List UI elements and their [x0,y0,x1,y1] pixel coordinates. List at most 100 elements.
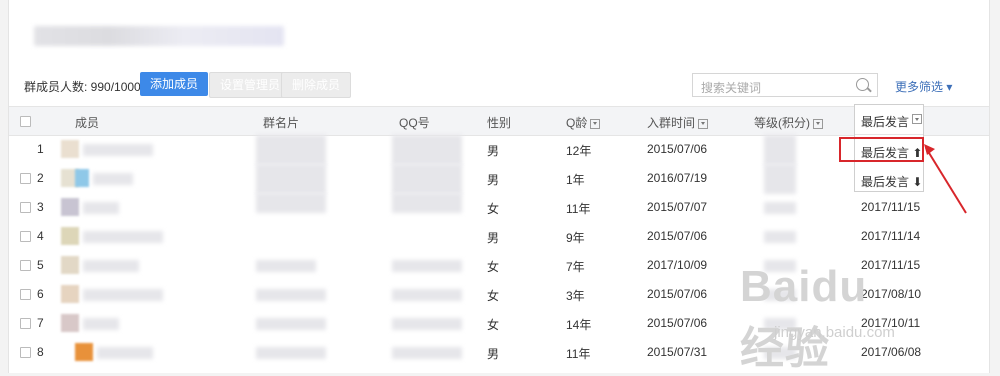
q-age: 1年 [566,173,585,187]
search-input[interactable]: 搜索关键词 [692,73,878,97]
q-age: 3年 [566,289,585,303]
row-index: 3 [37,200,44,214]
row-checkbox[interactable] [20,173,31,184]
table-row[interactable]: 3 女 11年 2015/07/07 2017/11/15 [9,193,989,222]
qq-blurred [392,260,462,272]
avatar [61,285,79,303]
row-index: 5 [37,258,44,272]
row-checkbox[interactable] [20,289,31,300]
member-name-blurred [83,289,163,301]
gender: 女 [487,260,500,274]
avatar [61,227,79,245]
level-blurred [764,135,796,165]
qq-blurred [392,318,462,330]
join-time: 2015/07/06 [647,316,708,330]
header-qq: QQ号 [399,116,430,130]
sort-dropdown-icon[interactable] [912,114,922,124]
gender: 女 [487,289,500,303]
avatar [61,198,79,216]
table-row[interactable]: 2 男 1年 2016/07/19 [9,164,989,194]
gender: 男 [487,144,500,158]
annotation-arrow-icon [924,144,967,214]
member-name-blurred [93,173,133,185]
row-checkbox[interactable] [20,231,31,242]
row-index: 6 [37,287,44,301]
row-checkbox[interactable] [20,318,31,329]
member-name-blurred [83,202,119,214]
q-age: 14年 [566,318,592,332]
join-time: 2015/07/06 [647,142,708,156]
level-blurred [764,164,796,194]
group-card-blurred [256,289,326,301]
member-name-blurred [97,347,153,359]
member-name-blurred [83,318,119,330]
gender: 男 [487,173,500,187]
row-index: 8 [37,345,44,359]
toolbar: 群成员人数: 990/1000 添加成员 设置管理员 删除成员 搜索关键词 更多… [9,72,989,98]
select-all-checkbox[interactable] [20,116,31,127]
join-time: 2017/10/09 [647,258,708,272]
row-index: 1 [37,142,44,156]
avatar [75,343,93,361]
gender: 女 [487,318,500,332]
group-card-blurred [256,193,326,213]
watermark-brand: Baidu经验 [740,262,868,373]
watermark-url: jingyan.baidu.com [774,324,895,341]
header-member: 成员 [75,116,100,130]
q-age: 9年 [566,231,585,245]
group-card-blurred [256,260,316,272]
member-name-blurred [83,144,153,156]
header-group-card: 群名片 [263,116,300,130]
more-filter-link[interactable]: 更多筛选 ▾ [895,78,952,95]
group-card-blurred [256,347,326,359]
row-checkbox[interactable] [20,347,31,358]
table-header: 成员 群名片 QQ号 性别 Q龄 入群时间 等级(积分) [9,106,989,136]
level-blurred [764,231,796,243]
last-speak: 2017/11/14 [861,229,921,243]
group-card-blurred [256,318,326,330]
avatar [61,140,79,158]
header-q-age[interactable]: Q龄 [566,114,601,131]
level-blurred [764,202,796,214]
gender: 男 [487,231,500,245]
last-speak: 2017/11/15 [861,258,921,272]
row-index: 2 [37,171,44,185]
table-row[interactable]: 4 男 9年 2015/07/06 2017/11/14 [9,222,989,251]
gender: 女 [487,202,500,216]
search-icon[interactable] [856,78,869,91]
add-member-button[interactable]: 添加成员 [140,72,209,96]
delete-member-button[interactable]: 删除成员 [281,72,352,98]
group-title-blurred [34,26,284,46]
header-level[interactable]: 等级(积分) [754,114,823,131]
q-age: 12年 [566,144,592,158]
q-age: 11年 [566,347,591,361]
join-time: 2015/07/06 [647,287,708,301]
row-checkbox[interactable] [20,260,31,271]
member-name-blurred [83,260,139,272]
member-count: 群成员人数: 990/1000 [24,80,141,94]
avatar [61,314,79,332]
gender: 男 [487,347,500,361]
qq-blurred [392,289,462,301]
sort-dropdown-icon[interactable] [698,118,709,129]
avatar [61,256,79,274]
search-placeholder: 搜索关键词 [701,81,762,95]
join-time: 2016/07/19 [647,171,708,185]
header-join-time[interactable]: 入群时间 [647,114,709,131]
row-checkbox[interactable] [20,202,31,213]
group-card-blurred [256,135,326,165]
qq-blurred [392,164,462,194]
qq-blurred [392,193,462,213]
sort-dropdown-icon[interactable] [813,118,823,129]
q-age: 11年 [566,202,591,216]
qq-blurred [392,347,462,359]
group-card-blurred [256,164,326,194]
join-time: 2015/07/07 [647,200,708,214]
last-speak: 2017/08/10 [861,287,922,301]
sort-dropdown-icon[interactable] [590,118,601,129]
set-admin-button[interactable]: 设置管理员 [209,72,292,98]
q-age: 7年 [566,260,585,274]
member-name-blurred [83,231,163,243]
last-speak: 2017/06/08 [861,345,922,359]
header-gender: 性别 [487,116,512,130]
